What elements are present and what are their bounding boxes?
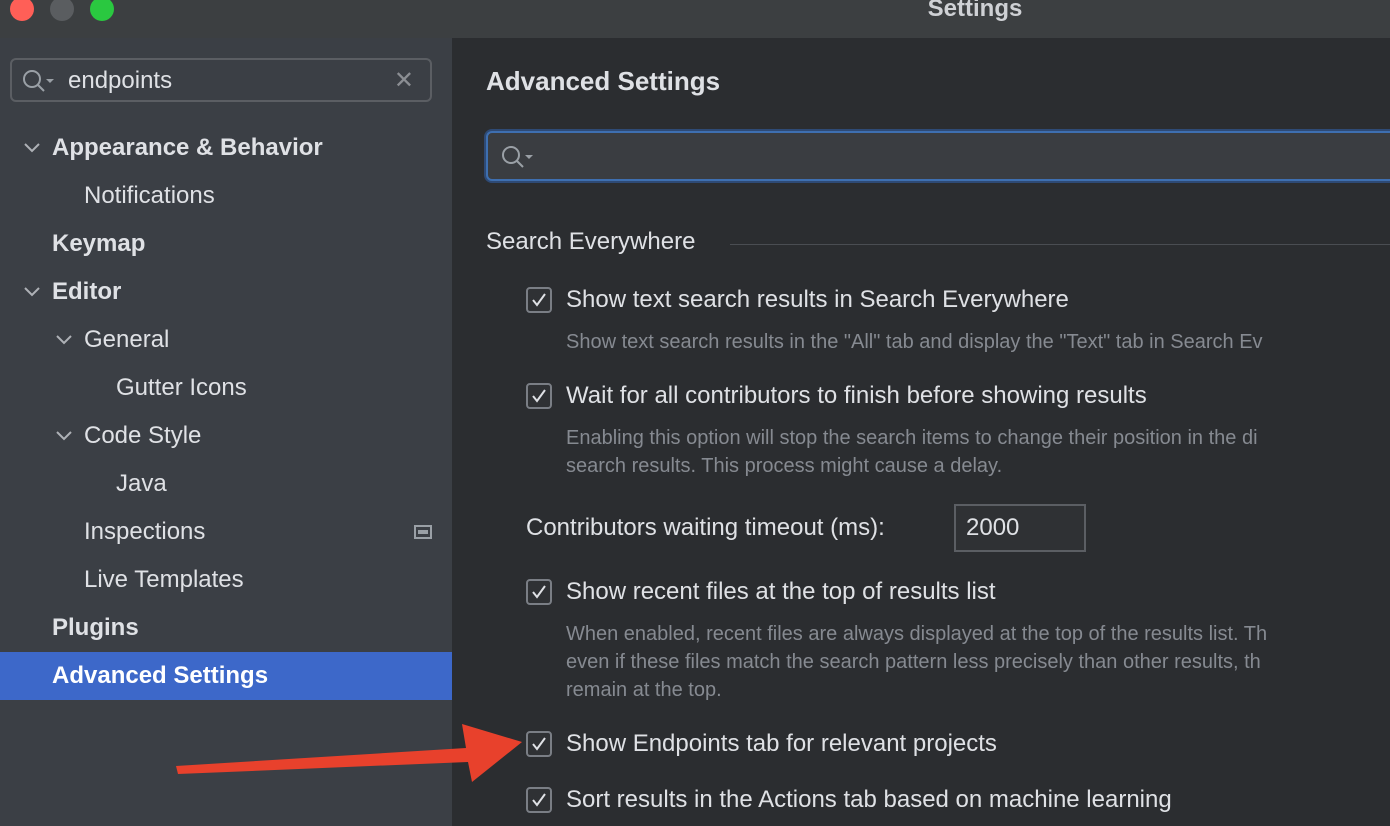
timeout-label: Contributors waiting timeout (ms): xyxy=(526,514,885,541)
sidebar-item-general[interactable]: General xyxy=(84,316,169,364)
option-label: Show recent files at the top of results … xyxy=(566,578,996,605)
project-settings-icon xyxy=(414,525,432,539)
settings-main-panel: Advanced Settings Search Everywhere Show… xyxy=(454,38,1390,826)
sidebar-item-advanced-settings[interactable]: Advanced Settings xyxy=(52,652,268,700)
advanced-settings-search-input[interactable] xyxy=(544,141,1348,173)
option-label: Show Endpoints tab for relevant projects xyxy=(566,730,997,757)
wait-for-contributors-checkbox[interactable] xyxy=(526,383,552,409)
option-description: When enabled, recent files are always di… xyxy=(566,623,1268,645)
sidebar-item-java[interactable]: Java xyxy=(116,460,167,508)
option-label: Show text search results in Search Every… xyxy=(566,286,1069,313)
sidebar-item-live-templates[interactable]: Live Templates xyxy=(84,556,244,604)
sidebar-search-box[interactable]: ✕ xyxy=(10,58,432,102)
sidebar-item-editor[interactable]: Editor xyxy=(52,268,121,316)
search-icon xyxy=(22,69,58,98)
option-label: Sort results in the Actions tab based on… xyxy=(566,786,1172,813)
chevron-down-icon[interactable] xyxy=(54,412,74,460)
sidebar-item-keymap[interactable]: Keymap xyxy=(52,220,145,268)
clear-search-icon[interactable]: ✕ xyxy=(394,66,414,95)
option-label: Wait for all contributors to finish befo… xyxy=(566,382,1147,409)
annotation-arrow-icon xyxy=(176,724,522,782)
title-bar: Settings xyxy=(0,0,1390,38)
show-text-search-results-checkbox[interactable] xyxy=(526,287,552,313)
sidebar-item-code-style[interactable]: Code Style xyxy=(84,412,201,460)
sidebar-item-notifications[interactable]: Notifications xyxy=(84,172,215,220)
option-description: search results. This process might cause… xyxy=(566,455,1003,477)
sidebar-item-inspections[interactable]: Inspections xyxy=(84,508,205,556)
sort-actions-ml-checkbox[interactable] xyxy=(526,787,552,813)
option-description: remain at the top. xyxy=(566,679,722,701)
group-divider xyxy=(730,244,1390,245)
settings-sidebar: ✕ Appearance & Behavior Notifications Ke… xyxy=(0,38,454,826)
option-description: Enabling this option will stop the searc… xyxy=(566,427,1258,449)
chevron-down-icon[interactable] xyxy=(54,316,74,364)
group-title: Search Everywhere xyxy=(486,228,696,255)
sidebar-item-gutter-icons[interactable]: Gutter Icons xyxy=(116,364,247,412)
option-description: Show text search results in the "All" ta… xyxy=(566,331,1263,353)
sidebar-item-plugins[interactable]: Plugins xyxy=(52,604,139,652)
window-title: Settings xyxy=(927,0,1023,22)
advanced-settings-search-box[interactable] xyxy=(486,131,1390,181)
search-icon xyxy=(500,144,536,175)
timeout-input[interactable] xyxy=(954,504,1086,552)
chevron-down-icon[interactable] xyxy=(22,268,42,316)
chevron-down-icon[interactable] xyxy=(22,124,42,172)
sidebar-search-input[interactable] xyxy=(66,66,390,96)
page-title: Advanced Settings xyxy=(486,66,721,96)
option-description: even if these files match the search pat… xyxy=(566,651,1261,673)
sidebar-item-appearance-behavior[interactable]: Appearance & Behavior xyxy=(52,124,323,172)
show-recent-files-checkbox[interactable] xyxy=(526,579,552,605)
